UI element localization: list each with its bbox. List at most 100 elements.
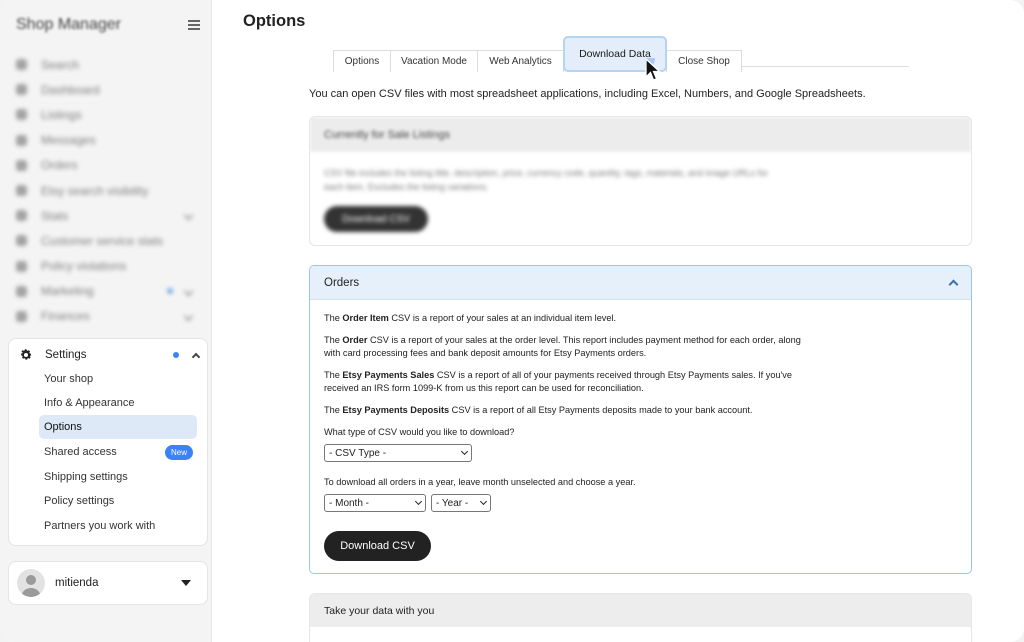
user-menu[interactable]: mitienda [8,561,208,605]
csv-type-select[interactable]: - CSV Type - [324,444,472,462]
tab-vacation-mode[interactable]: Vacation Mode [390,50,478,72]
sidebar-item-settings[interactable]: Settings [19,347,201,363]
orders-card-body: The Order Item CSV is a report of your s… [324,312,804,512]
tab-options[interactable]: Options [333,50,391,72]
user-name: mitienda [55,577,99,589]
tab-web-analytics[interactable]: Web Analytics [477,50,564,72]
chevron-up-icon[interactable] [191,352,201,361]
tab-label: Options [344,56,380,67]
bank-icon [16,310,27,322]
main-content: Options Options Vacation Mode Web Analyt… [213,0,1024,642]
sidebar-item-label: Shipping settings [44,471,128,483]
bold-text: Order Item [342,313,389,323]
sidebar-item-messages[interactable]: Messages [16,128,192,153]
flag-icon [16,260,27,272]
text: CSV is a report of all Etsy Payments dep… [449,405,753,415]
sidebar-item-customer-service[interactable]: Customer service stats [16,228,192,253]
orders-card-header[interactable]: Orders [310,266,971,300]
sidebar-item-label: Finances [41,309,90,324]
sidebar-item-listings[interactable]: Listings [16,102,192,127]
sidebar-item-search-visibility[interactable]: Etsy search visibility [16,178,192,203]
download-listings-button[interactable]: Download CSV [324,206,428,232]
year-instruction: To download all orders in a year, leave … [324,477,636,487]
listings-card: Currently for Sale Listings CSV file inc… [309,116,972,246]
app-title: Shop Manager [16,16,121,33]
tab-label: Close Shop [678,56,730,67]
tab-label: Download Data [579,48,651,60]
sidebar-item-policy-settings[interactable]: Policy settings [39,489,197,513]
sidebar-item-label: Info & Appearance [44,397,135,409]
sidebar-item-shared-access[interactable]: Shared access New [39,440,197,464]
orders-card: Orders The Order Item CSV is a report of… [309,265,972,574]
take-data-card-title: Take your data with you [310,594,971,627]
sidebar-item-label: Dashboard [41,82,100,97]
sidebar-item-label: Listings [41,107,82,122]
sidebar-item-label: Orders [41,158,78,173]
chevron-down-icon [460,447,469,456]
text: The [324,370,343,380]
gear-icon [21,349,32,360]
mail-icon [16,134,27,146]
sidebar-item-options[interactable]: Options [39,415,197,439]
text: The [324,313,343,323]
avatar [17,569,45,597]
menu-icon[interactable] [188,20,200,30]
listings-card-description: CSV file includes the listing title, des… [324,168,769,192]
text: The [324,335,343,345]
month-select[interactable]: - Month - [324,494,426,512]
sidebar-item-partners[interactable]: Partners you work with [39,514,197,538]
orders-card-title: Orders [324,276,360,289]
settings-label: Settings [45,349,87,361]
sidebar-item-label: Options [44,421,82,433]
search-icon [16,59,27,71]
chevron-down-icon [479,497,488,506]
sidebar-item-search[interactable]: Search [16,52,192,77]
sidebar-item-label: Shared access [44,446,117,458]
sidebar-item-stats[interactable]: Stats [16,203,194,228]
payments-sales-description: The Etsy Payments Sales CSV is a report … [324,369,804,395]
app-window: Shop Manager Search Dashboard Listings M… [0,0,1024,642]
year-select[interactable]: - Year - [431,494,491,512]
sidebar-item-finances[interactable]: Finances [16,304,194,329]
bold-text: Order [342,335,368,345]
sidebar-item-shipping-settings[interactable]: Shipping settings [39,465,197,489]
sidebar-item-label: Policy violations [41,259,127,274]
page-title: Options [243,12,306,30]
sidebar-item-your-shop[interactable]: Your shop [39,367,197,391]
clipboard-icon [16,159,27,171]
sidebar-item-label: Messages [41,133,96,148]
tag-icon [16,109,27,121]
text: The [324,405,343,415]
sidebar-item-label: Marketing [41,284,94,299]
select-value: - CSV Type - [329,447,387,459]
sidebar-nav: Search Dashboard Listings Messages Order… [16,52,194,329]
text: CSV is a report of your sales at the ord… [324,335,801,358]
mouse-cursor-icon [645,58,661,81]
sidebar-item-marketing[interactable]: Marketing [16,279,194,304]
chevron-down-icon [183,311,194,322]
tab-label: Vacation Mode [401,56,467,67]
settings-group: Settings Your shop Info & Appearance Opt… [8,338,208,546]
notification-dot [173,352,179,358]
select-value: - Month - [329,497,370,509]
bar-chart-icon [16,210,27,222]
payments-deposits-description: The Etsy Payments Deposits CSV is a repo… [324,404,804,417]
sidebar: Shop Manager Search Dashboard Listings M… [0,0,212,642]
chevron-up-icon[interactable] [948,279,959,290]
tab-close-shop[interactable]: Close Shop [666,50,742,72]
sidebar-item-dashboard[interactable]: Dashboard [16,77,192,102]
sidebar-item-info-appearance[interactable]: Info & Appearance [39,391,197,415]
bold-text: Etsy Payments Sales [342,370,435,380]
sidebar-header: Shop Manager [16,16,200,34]
sidebar-item-policy-violations[interactable]: Policy violations [16,254,192,279]
megaphone-icon [16,285,27,297]
csv-type-question: What type of CSV would you like to downl… [324,427,515,437]
text: CSV is a report of your sales at an indi… [388,313,617,323]
headset-icon [16,235,27,247]
download-csv-button[interactable]: Download CSV [324,531,431,561]
take-data-card: Take your data with you [309,593,972,642]
caret-down-icon[interactable] [181,580,191,586]
sidebar-item-orders[interactable]: Orders [16,153,192,178]
sidebar-item-label: Partners you work with [44,520,156,532]
chevron-down-icon [183,286,194,297]
